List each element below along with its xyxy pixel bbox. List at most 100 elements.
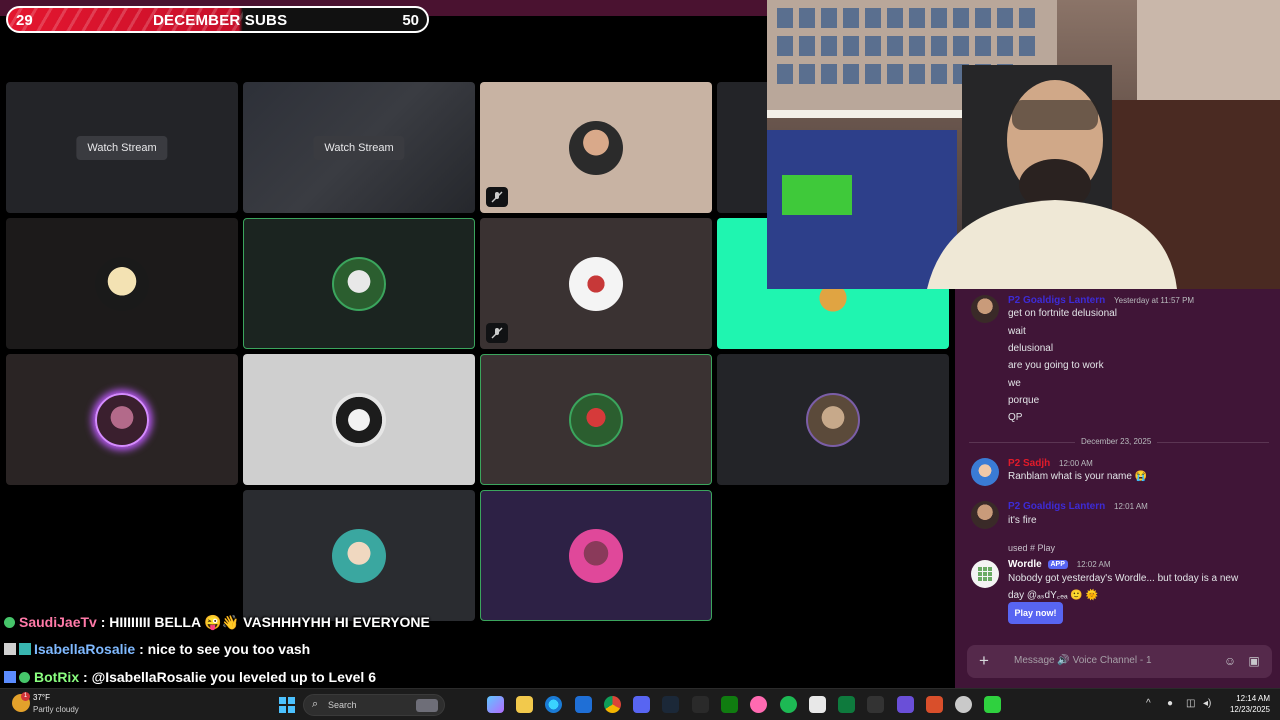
app-icon[interactable] (926, 696, 943, 713)
avatar (332, 392, 386, 447)
message-input-placeholder[interactable]: Message 🔊 Voice Channel - 1 (1014, 655, 1152, 666)
epic-games-icon[interactable] (867, 696, 884, 713)
participant-tile[interactable] (6, 218, 238, 349)
network-icon[interactable]: ◫ (1186, 698, 1195, 709)
participant-tile-speaking[interactable] (480, 490, 712, 621)
participant-tile[interactable] (6, 354, 238, 485)
capcut-icon[interactable] (809, 696, 826, 713)
chat-timestamp: 12:01 AM (1114, 502, 1148, 511)
date-divider-label: December 23, 2025 (1075, 437, 1158, 446)
app-icon[interactable] (984, 696, 1001, 713)
avatar[interactable] (971, 458, 999, 486)
clock-time: 12:14 AM (1236, 694, 1270, 703)
avatar (569, 528, 623, 583)
chat-line: porque (1008, 395, 1040, 406)
twitch-message: : @IsabellaRosalie you leveled up to Lev… (83, 669, 376, 685)
twitch-username: SaudiJaeTv (19, 614, 97, 630)
chat-author-name[interactable]: Wordle (1008, 559, 1042, 570)
taskbar-search[interactable]: ⌕ Search (303, 694, 445, 716)
avatar (806, 392, 860, 447)
copilot-icon[interactable] (487, 696, 504, 713)
opera-icon[interactable] (750, 696, 767, 713)
app-icon[interactable] (897, 696, 914, 713)
chevron-up-icon[interactable]: ^ (1146, 698, 1151, 709)
reply-context[interactable]: used # Play (1008, 543, 1055, 553)
emoji-icon[interactable]: ☺ (1223, 654, 1237, 668)
weather-condition[interactable]: Partly cloudy (33, 705, 79, 714)
subs-goal-title: DECEMBER SUBS (153, 12, 288, 29)
chat-line: wait (1008, 326, 1026, 337)
twitch-message: : nice to see you too vash (139, 641, 311, 657)
stream-tile-2[interactable]: Watch Stream (243, 82, 475, 213)
chat-author[interactable]: Wordle APP 12:02 AM (1008, 559, 1111, 570)
image-icon[interactable]: ▣ (1247, 654, 1261, 668)
webcam-feed (767, 0, 1280, 289)
participant-tile[interactable] (480, 82, 712, 213)
add-attachment-icon[interactable]: + (979, 651, 989, 671)
taskbar: 1 37°F Partly cloudy ⌕ Search ^ ● ◫ ◂) 1… (0, 688, 1280, 720)
twitch-chat-line: BotRix : @IsabellaRosalie you leveled up… (4, 669, 376, 685)
edge-icon[interactable] (545, 696, 562, 713)
taskbar-clock[interactable]: 12:14 AM 12/23/2025 (1220, 693, 1270, 715)
avatar (569, 120, 623, 175)
discord-icon[interactable] (633, 696, 650, 713)
store-icon[interactable] (575, 696, 592, 713)
chat-author[interactable]: P2 Goaldigs Lantern Yesterday at 11:57 P… (1008, 295, 1194, 306)
participant-tile[interactable] (717, 354, 949, 485)
avatar[interactable] (971, 501, 999, 529)
participant-tile[interactable] (243, 490, 475, 621)
chat-timestamp: Yesterday at 11:57 PM (1114, 296, 1195, 305)
twitch-message: : HIIIIIIII BELLA 😜👋 VASHHHYHH HI EVERYO… (100, 614, 430, 630)
avatar (569, 256, 623, 311)
steam-icon[interactable] (662, 696, 679, 713)
search-icon: ⌕ (312, 698, 319, 710)
reply-text[interactable]: used # Play (1008, 543, 1055, 553)
chat-line: are you going to work (1008, 360, 1104, 371)
message-input[interactable]: + Message 🔊 Voice Channel - 1 ☺ ▣ (967, 645, 1272, 678)
twitch-username: IsabellaRosalie (34, 641, 136, 657)
chat-author-name[interactable]: P2 Goaldigs Lantern (1008, 501, 1105, 512)
clock-date: 12/23/2025 (1229, 705, 1270, 714)
subs-goal-current: 29 (16, 12, 33, 29)
chat-line: day @ₐₛdY꜀ₑₐ 🙂 🌞 (1008, 590, 1099, 601)
wordle-app-icon[interactable] (971, 560, 999, 588)
chat-timestamp: 12:02 AM (1076, 560, 1111, 569)
participant-tile-speaking[interactable] (480, 354, 712, 485)
xbox-icon[interactable] (721, 696, 738, 713)
app-icon[interactable] (955, 696, 972, 713)
chat-author[interactable]: P2 Goaldigs Lantern 12:01 AM (1008, 501, 1148, 512)
chat-author-name[interactable]: P2 Goaldigs Lantern (1008, 295, 1105, 306)
verified-badge-icon (19, 672, 30, 683)
file-explorer-icon[interactable] (516, 696, 533, 713)
spotify-icon[interactable] (780, 696, 797, 713)
participant-tile-speaking[interactable] (243, 218, 475, 349)
chat-line: delusional (1008, 343, 1054, 354)
chat-line: it's fire (1008, 515, 1037, 526)
watch-stream-button[interactable]: Watch Stream (76, 135, 168, 160)
app-icon[interactable] (838, 696, 855, 713)
chat-line: we (1008, 378, 1021, 389)
weather-temperature[interactable]: 37°F (33, 693, 50, 702)
twitch-chat-line: IsabellaRosalie : nice to see you too va… (4, 641, 310, 657)
start-button[interactable] (279, 697, 295, 713)
chrome-icon[interactable] (604, 696, 621, 713)
obs-icon[interactable] (692, 696, 709, 713)
stream-tile-1[interactable]: Watch Stream (6, 82, 238, 213)
watch-stream-button[interactable]: Watch Stream (313, 135, 405, 160)
chat-author[interactable]: P2 Sadjh 12:00 AM (1008, 458, 1093, 469)
avatar (95, 392, 149, 447)
stream-overlay: 29 DECEMBER SUBS 50 Watch Stream Watch S… (0, 0, 1280, 720)
participant-tile[interactable] (243, 354, 475, 485)
avatar[interactable] (971, 295, 999, 323)
subs-goal-bar: 29 DECEMBER SUBS 50 (6, 6, 429, 33)
microphone-icon[interactable]: ● (1167, 698, 1173, 709)
volume-icon[interactable]: ◂) (1203, 698, 1211, 709)
diamond-badge-icon (4, 643, 16, 655)
play-now-button[interactable]: Play now! (1008, 602, 1063, 624)
discord-chat-panel: P2 Goaldigs Lantern Yesterday at 11:57 P… (955, 289, 1280, 688)
avatar (569, 392, 623, 447)
avatar (332, 256, 386, 311)
chat-timestamp: 12:00 AM (1059, 459, 1093, 468)
participant-tile[interactable] (480, 218, 712, 349)
chat-author-name[interactable]: P2 Sadjh (1008, 458, 1050, 469)
